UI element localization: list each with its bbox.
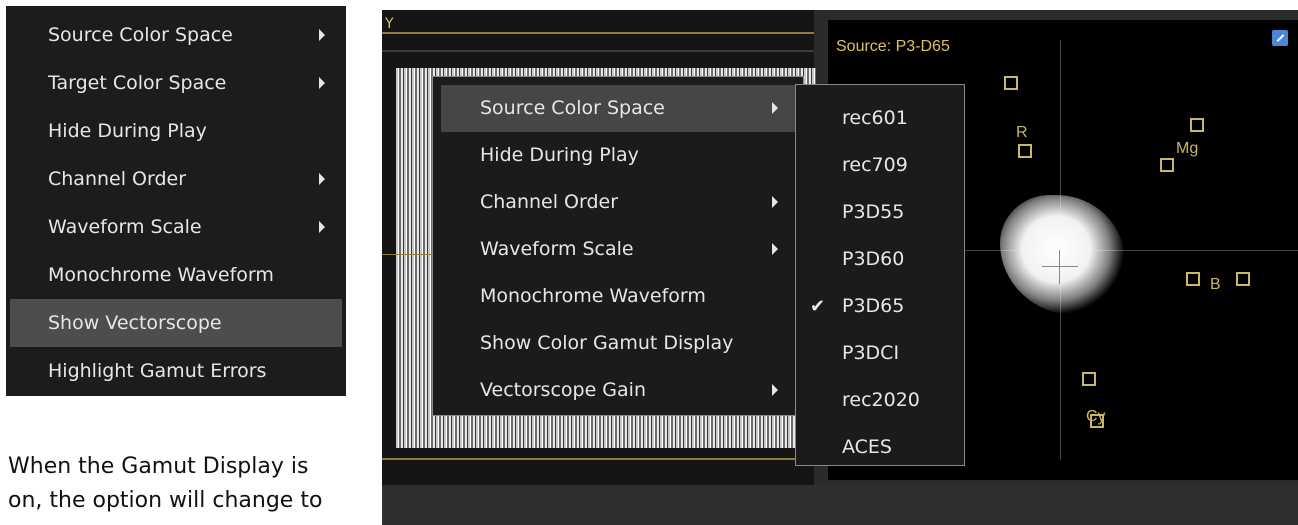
menu-item-label: P3D60 bbox=[842, 248, 905, 270]
vectorscope-trace bbox=[1000, 195, 1125, 315]
context-menu: Source Color Space Hide During Play Chan… bbox=[432, 76, 804, 416]
menu-item-label: Show Color Gamut Display bbox=[480, 332, 734, 354]
submenu-item-p3dci[interactable]: P3DCI bbox=[796, 330, 964, 377]
submenu-item-aces[interactable]: ACES bbox=[796, 424, 964, 471]
menu-item-highlight-gamut-errors[interactable]: Highlight Gamut Errors bbox=[6, 347, 346, 395]
submenu-item-rec2020[interactable]: rec2020 bbox=[796, 377, 964, 424]
submenu-arrow-icon bbox=[319, 29, 325, 41]
menu-item-label: Waveform Scale bbox=[480, 238, 634, 260]
target-label-cy: Cy bbox=[1086, 408, 1106, 425]
target-box-cy-outer bbox=[1082, 372, 1096, 386]
menu-item-label: Highlight Gamut Errors bbox=[48, 360, 267, 382]
target-box-r-outer bbox=[1004, 76, 1018, 90]
menu-item-label: rec601 bbox=[842, 107, 908, 129]
waveform-top-line bbox=[382, 32, 814, 34]
menu-item-label: Vectorscope Gain bbox=[480, 379, 646, 401]
submenu-arrow-icon bbox=[319, 221, 325, 233]
target-label-mg: Mg bbox=[1176, 140, 1199, 157]
menu-item-label: P3DCI bbox=[842, 342, 900, 364]
target-box-r-inner bbox=[1018, 144, 1032, 158]
menu-item-waveform-scale[interactable]: Waveform Scale bbox=[6, 203, 346, 251]
app-screenshot: Y Source: P3-D65 R Mg B Cy Source Color … bbox=[382, 10, 1298, 525]
menu-item-label: Hide During Play bbox=[48, 120, 207, 142]
menu-item-show-vectorscope[interactable]: Show Vectorscope bbox=[10, 299, 342, 347]
center-crosshair bbox=[1042, 266, 1078, 267]
source-color-label: Source: P3-D65 bbox=[836, 38, 950, 55]
menu-item-label: Source Color Space bbox=[480, 97, 665, 119]
waveform-y-label: Y bbox=[385, 16, 394, 32]
target-box-b-inner bbox=[1186, 272, 1200, 286]
target-label-b: B bbox=[1210, 276, 1221, 293]
menu-item-channel-order[interactable]: Channel Order bbox=[433, 179, 803, 226]
menu-item-label: ACES bbox=[842, 436, 892, 458]
menu-item-monochrome-waveform[interactable]: Monochrome Waveform bbox=[6, 251, 346, 299]
menu-item-label: rec2020 bbox=[842, 389, 920, 411]
menu-item-label: rec709 bbox=[842, 154, 908, 176]
waveform-bottom-line bbox=[382, 458, 814, 460]
submenu-item-p3d60[interactable]: P3D60 bbox=[796, 236, 964, 283]
menu-item-target-color-space[interactable]: Target Color Space bbox=[6, 59, 346, 107]
submenu-arrow-icon bbox=[319, 173, 325, 185]
submenu-item-rec709[interactable]: rec709 bbox=[796, 142, 964, 189]
menu-item-label: Source Color Space bbox=[48, 24, 233, 46]
waveform-guide-line bbox=[382, 50, 814, 52]
checkmark-icon: ✔ bbox=[810, 296, 826, 317]
menu-item-label: Channel Order bbox=[48, 168, 187, 190]
caption-text: When the Gamut Display is on, the option… bbox=[8, 450, 368, 518]
menu-item-monochrome-waveform[interactable]: Monochrome Waveform bbox=[433, 273, 803, 320]
target-box-mg-outer bbox=[1190, 118, 1204, 132]
target-box-mg-inner bbox=[1160, 158, 1174, 172]
menu-item-waveform-scale[interactable]: Waveform Scale bbox=[433, 226, 803, 273]
expand-icon[interactable] bbox=[1272, 30, 1288, 46]
submenu-arrow-icon bbox=[772, 243, 778, 255]
submenu-arrow-icon bbox=[772, 384, 778, 396]
caption-line: When the Gamut Display is bbox=[8, 454, 309, 479]
source-color-space-submenu: rec601 rec709 P3D55 P3D60 ✔ P3D65 P3DCI … bbox=[795, 84, 965, 466]
menu-item-show-color-gamut-display[interactable]: Show Color Gamut Display bbox=[433, 320, 803, 367]
submenu-arrow-icon bbox=[319, 77, 325, 89]
center-crosshair bbox=[1059, 250, 1060, 284]
menu-item-label: Target Color Space bbox=[48, 72, 227, 94]
menu-item-source-color-space[interactable]: Source Color Space bbox=[6, 11, 346, 59]
submenu-item-rec601[interactable]: rec601 bbox=[796, 95, 964, 142]
menu-item-hide-during-play[interactable]: Hide During Play bbox=[6, 107, 346, 155]
submenu-arrow-icon bbox=[772, 102, 778, 114]
menu-item-label: Show Vectorscope bbox=[48, 312, 222, 334]
menu-item-label: Monochrome Waveform bbox=[48, 264, 274, 286]
menu-item-label: Hide During Play bbox=[480, 144, 639, 166]
caption-line: on, the option will change to bbox=[8, 488, 323, 513]
menu-item-label: Channel Order bbox=[480, 191, 619, 213]
menu-item-hide-during-play[interactable]: Hide During Play bbox=[433, 132, 803, 179]
target-box-b-outer bbox=[1236, 272, 1250, 286]
menu-item-label: P3D55 bbox=[842, 201, 905, 223]
submenu-item-p3d65[interactable]: ✔ P3D65 bbox=[796, 283, 964, 330]
standalone-context-menu: Source Color Space Target Color Space Hi… bbox=[6, 6, 346, 396]
status-bar bbox=[382, 485, 1298, 525]
menu-item-source-color-space[interactable]: Source Color Space bbox=[441, 85, 795, 132]
menu-item-channel-order[interactable]: Channel Order bbox=[6, 155, 346, 203]
submenu-arrow-icon bbox=[772, 196, 778, 208]
menu-item-vectorscope-gain[interactable]: Vectorscope Gain bbox=[433, 367, 803, 414]
menu-item-label: Waveform Scale bbox=[48, 216, 202, 238]
menu-item-label: Monochrome Waveform bbox=[480, 285, 706, 307]
submenu-item-p3d55[interactable]: P3D55 bbox=[796, 189, 964, 236]
menu-item-label: P3D65 bbox=[842, 295, 905, 317]
target-label-r: R bbox=[1016, 124, 1028, 141]
